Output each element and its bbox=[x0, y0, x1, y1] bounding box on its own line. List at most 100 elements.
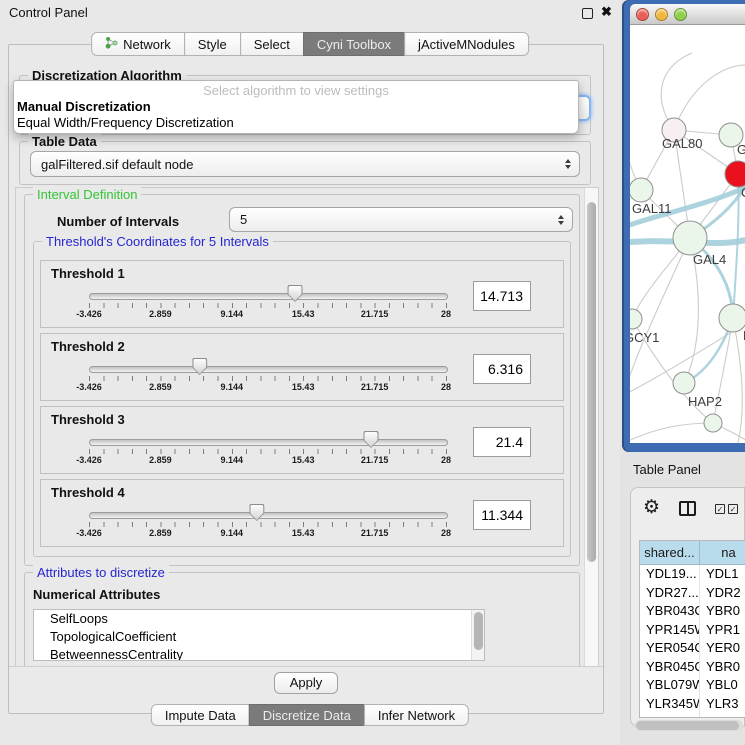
number-of-intervals-combobox[interactable]: 5 bbox=[229, 207, 573, 232]
attribute-list-item[interactable]: SelfLoops bbox=[34, 610, 484, 628]
window-title: Control Panel bbox=[9, 5, 88, 20]
vertical-scrollbar-thumb[interactable] bbox=[587, 202, 596, 562]
slider-rail bbox=[89, 285, 446, 303]
threshold-value-field[interactable]: 6.316 bbox=[473, 354, 531, 384]
slider-ticks bbox=[89, 303, 447, 308]
table-data-group: Table Data galFiltered.sif default node bbox=[19, 141, 591, 185]
threshold-panel: Threshold 2 -3.4262.8599.14415.4321.7152… bbox=[40, 333, 564, 401]
threshold-panel: Threshold 3 -3.4262.8599.14415.4321.7152… bbox=[40, 406, 564, 474]
vertical-scrollbar[interactable] bbox=[584, 188, 598, 667]
node-label: GA bbox=[737, 142, 745, 157]
table-row[interactable]: YLR345WYLR3 bbox=[640, 695, 745, 714]
table-cell: YBR045C bbox=[640, 658, 700, 677]
top-tabbar: NetworkStyleSelectCyni ToolboxjActiveMNo… bbox=[91, 32, 529, 56]
checkbox-checked-icon[interactable]: ✓ bbox=[728, 504, 738, 514]
slider-thumb[interactable] bbox=[192, 358, 207, 375]
slider-ticks bbox=[89, 522, 447, 527]
tab-style[interactable]: Style bbox=[184, 32, 241, 56]
network-icon bbox=[105, 36, 118, 52]
algorithm-option[interactable]: Manual Discretization bbox=[14, 99, 578, 115]
threshold-value-field[interactable]: 21.4 bbox=[473, 427, 531, 457]
slider-tick-label: 2.859 bbox=[149, 382, 172, 392]
slider-thumb[interactable] bbox=[249, 504, 264, 521]
table-cell: YBR043C bbox=[640, 602, 700, 621]
network-node[interactable] bbox=[673, 221, 707, 255]
float-window-icon[interactable] bbox=[582, 8, 593, 19]
node-label: HAP2 bbox=[688, 394, 722, 409]
network-node[interactable] bbox=[704, 414, 722, 432]
algorithm-dropdown-popup: Select algorithm to view settings Manual… bbox=[13, 80, 579, 134]
algorithm-option[interactable]: Equal Width/Frequency Discretization bbox=[14, 115, 578, 131]
table-cell: YER0 bbox=[700, 639, 745, 658]
tab-jactivemnodules[interactable]: jActiveMNodules bbox=[404, 32, 529, 56]
zoom-traffic-light-icon[interactable] bbox=[674, 8, 687, 21]
network-node[interactable] bbox=[673, 372, 695, 394]
threshold-value-field[interactable]: 11.344 bbox=[473, 500, 531, 530]
slider-tick-labels: -3.4262.8599.14415.4321.71528 bbox=[89, 309, 446, 321]
slider-tick-labels: -3.4262.8599.14415.4321.71528 bbox=[89, 455, 446, 467]
table-row[interactable]: YIL052CYIL0 bbox=[640, 713, 745, 718]
table-row[interactable]: YBR043CYBR0 bbox=[640, 602, 745, 621]
node-label: C bbox=[741, 185, 745, 200]
list-scrollbar[interactable] bbox=[471, 610, 484, 660]
tab-infer-network[interactable]: Infer Network bbox=[364, 704, 469, 726]
cyni-toolbox-panel: Discretization Algorithm Select algorith… bbox=[8, 44, 604, 714]
tab-label: Discretize Data bbox=[263, 708, 351, 723]
horizontal-scrollbar-thumb[interactable] bbox=[636, 721, 739, 730]
slider-tick-label: -3.426 bbox=[76, 455, 102, 465]
threshold-label: Threshold 2 bbox=[51, 339, 125, 354]
table-column-header[interactable]: shared... bbox=[640, 541, 700, 565]
network-canvas[interactable]: GAL80GACGAL11GAL4GCY1HHAP2 bbox=[630, 25, 745, 443]
minimize-traffic-light-icon[interactable] bbox=[655, 8, 668, 21]
table-cell: YLR3 bbox=[700, 695, 745, 714]
list-scrollbar-thumb[interactable] bbox=[474, 612, 483, 650]
columns-icon[interactable] bbox=[679, 501, 696, 516]
network-node[interactable] bbox=[719, 304, 745, 332]
horizontal-scrollbar[interactable] bbox=[635, 720, 743, 731]
table-row[interactable]: YBL079WYBL0 bbox=[640, 676, 745, 695]
close-icon[interactable]: ✖ bbox=[601, 4, 612, 20]
apply-button[interactable]: Apply bbox=[274, 672, 338, 694]
slider-ticks bbox=[89, 449, 447, 454]
tab-impute-data[interactable]: Impute Data bbox=[151, 704, 250, 726]
tab-network[interactable]: Network bbox=[91, 32, 185, 56]
slider-tick-label: 9.144 bbox=[221, 309, 244, 319]
table-row[interactable]: YER054CYER0 bbox=[640, 639, 745, 658]
slider-thumb[interactable] bbox=[288, 285, 303, 302]
slider-thumb[interactable] bbox=[364, 431, 379, 448]
slider-tick-label: 28 bbox=[441, 309, 451, 319]
slider-tick-label: 21.715 bbox=[361, 382, 389, 392]
close-traffic-light-icon[interactable] bbox=[636, 8, 649, 21]
table-data-combobox[interactable]: galFiltered.sif default node bbox=[30, 151, 580, 177]
node-label: GAL80 bbox=[662, 136, 702, 151]
group-title: Interval Definition bbox=[33, 187, 141, 202]
tab-cyni-toolbox[interactable]: Cyni Toolbox bbox=[303, 32, 405, 56]
network-node[interactable] bbox=[725, 161, 745, 187]
table-header-row: shared...na bbox=[640, 541, 745, 565]
table-row[interactable]: YDR27...YDR2 bbox=[640, 584, 745, 603]
table-row[interactable]: YBR045CYBR0 bbox=[640, 658, 745, 677]
gear-icon[interactable]: ⚙ bbox=[643, 496, 660, 519]
network-node[interactable] bbox=[630, 178, 653, 202]
group-title: Threshold's Coordinates for 5 Intervals bbox=[42, 234, 273, 249]
table-row[interactable]: YPR145WYPR1 bbox=[640, 621, 745, 640]
number-of-intervals-label: Number of Intervals bbox=[57, 214, 179, 229]
checkbox-checked-icon[interactable]: ✓ bbox=[715, 504, 725, 514]
network-node[interactable] bbox=[630, 309, 642, 329]
tab-select[interactable]: Select bbox=[240, 32, 304, 56]
table-row[interactable]: YDL19...YDL1 bbox=[640, 565, 745, 584]
slider-tick-labels: -3.4262.8599.14415.4321.71528 bbox=[89, 382, 446, 394]
attribute-list-item[interactable]: BetweennessCentrality bbox=[34, 646, 484, 661]
slider-tick-label: 9.144 bbox=[221, 382, 244, 392]
table-column-header[interactable]: na bbox=[700, 541, 745, 565]
control-panel-window: Control Panel ✖ NetworkStyleSelectCyni T… bbox=[0, 0, 620, 745]
combobox-arrows-icon bbox=[558, 215, 564, 225]
tab-label: Infer Network bbox=[378, 708, 455, 723]
attribute-list-item[interactable]: TopologicalCoefficient bbox=[34, 628, 484, 646]
table-cell: YPR1 bbox=[700, 621, 745, 640]
tab-discretize-data[interactable]: Discretize Data bbox=[249, 704, 365, 726]
dropdown-options: Manual DiscretizationEqual Width/Frequen… bbox=[14, 99, 578, 131]
table-cell: YLR345W bbox=[640, 695, 700, 714]
group-title: Attributes to discretize bbox=[33, 565, 169, 580]
threshold-value-field[interactable]: 14.713 bbox=[473, 281, 531, 311]
